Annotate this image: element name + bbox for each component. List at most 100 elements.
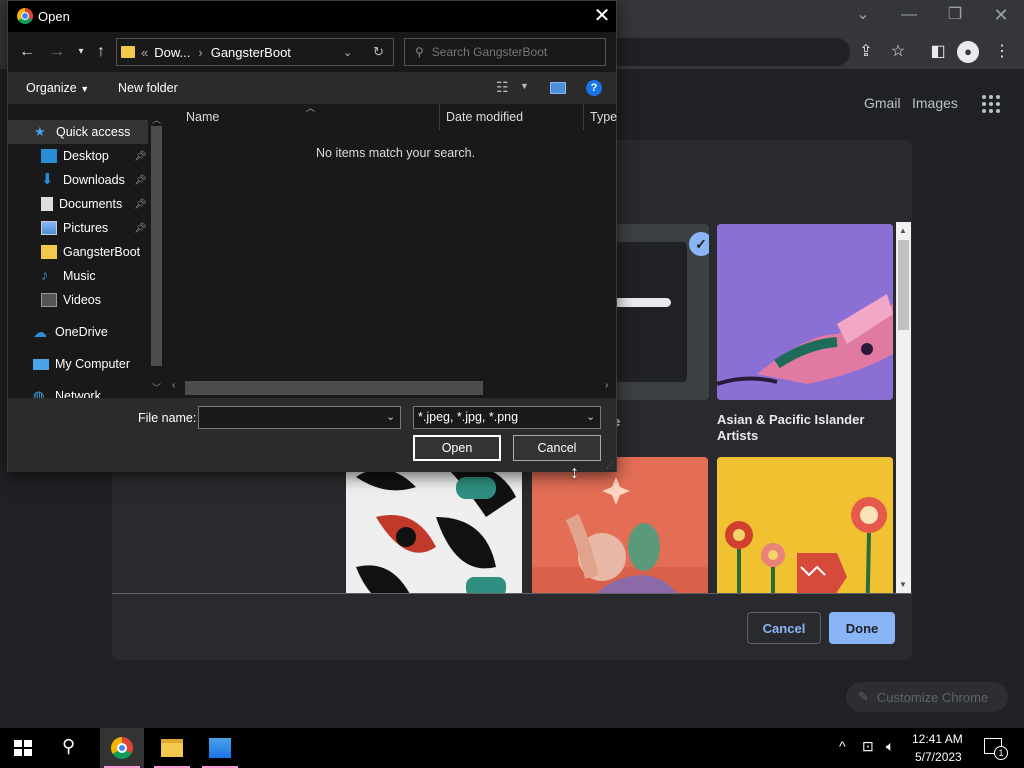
refresh-icon[interactable]: ↻	[373, 44, 384, 60]
customize-done-button[interactable]: Done	[829, 612, 895, 644]
search-icon[interactable]: ⚲	[62, 736, 75, 757]
nav-item-label: My Computer	[55, 357, 131, 371]
network-icon: ◍	[33, 388, 45, 399]
help-icon[interactable]: ?	[586, 80, 602, 96]
volume-icon[interactable]: 🔈︎	[886, 738, 894, 755]
resize-grip-icon[interactable]: ⋰	[606, 461, 614, 470]
breadcrumb-overflow[interactable]: «	[141, 45, 148, 60]
scroll-right-arrow-icon[interactable]: ›	[605, 380, 608, 391]
sky-art-icon	[532, 457, 708, 594]
flower-art-icon	[717, 457, 893, 594]
network-icon[interactable]: ⊡	[862, 738, 874, 755]
nav-item-onedrive[interactable]: ☁ OneDrive	[8, 320, 148, 344]
desktop-folder-icon	[41, 149, 57, 163]
up-arrow-icon[interactable]: ↑	[90, 40, 112, 64]
chrome-logo-icon	[17, 8, 33, 24]
close-window-icon[interactable]: ✕	[989, 4, 1013, 26]
gmail-link[interactable]: Gmail	[864, 95, 901, 111]
tab-search-icon[interactable]: ⌄	[851, 4, 875, 26]
chevron-down-icon: ▼	[80, 84, 90, 94]
address-bar[interactable]: « Dow... › GangsterBoot ⌄ ↻	[116, 38, 394, 66]
taskbar-photos[interactable]	[198, 728, 242, 768]
nav-item-network[interactable]: ◍ Network	[8, 384, 148, 399]
nav-item-videos[interactable]: Videos	[8, 288, 148, 312]
profile-avatar-icon[interactable]: ●	[957, 41, 979, 63]
checkmark-icon: ✓	[689, 232, 709, 256]
forward-arrow-icon[interactable]: →	[46, 40, 68, 64]
taskbar-chrome[interactable]	[100, 728, 144, 768]
restore-icon[interactable]: ❐	[943, 4, 967, 26]
customize-chrome-button[interactable]: ✎ Customize Chrome	[846, 682, 1008, 712]
chrome-menu-icon[interactable]: ⋮	[990, 40, 1014, 64]
dialog-titlebar	[8, 1, 616, 32]
clock-date[interactable]: 5/7/2023	[915, 750, 962, 764]
nav-item-desktop[interactable]: Desktop 📌︎	[8, 144, 148, 168]
nav-item-downloads[interactable]: ⬇ Downloads 📌︎	[8, 168, 148, 192]
scroll-up-arrow-icon[interactable]: ▲	[899, 226, 907, 235]
organize-menu[interactable]: Organize ▼	[26, 81, 89, 95]
nav-item-gangsterboot[interactable]: GangsterBoot	[8, 240, 148, 264]
cancel-button[interactable]: Cancel	[513, 435, 601, 461]
preview-pane-icon[interactable]	[550, 82, 566, 94]
recent-locations-icon[interactable]: ▾	[70, 40, 92, 64]
pin-icon[interactable]: 📌︎	[134, 175, 147, 186]
google-apps-icon[interactable]	[982, 95, 1000, 113]
collection-art-icon	[717, 224, 893, 400]
view-dropdown-icon[interactable]: ▼	[520, 81, 529, 91]
gallery-tile-formline-art[interactable]	[346, 457, 522, 594]
pin-icon[interactable]: 📌︎	[134, 199, 147, 210]
pin-icon[interactable]: 📌︎	[134, 223, 147, 234]
nav-item-quick-access[interactable]: ★ Quick access	[8, 120, 148, 144]
gallery-tile-asian-pacific[interactable]	[717, 224, 893, 400]
omnibox[interactable]	[600, 38, 850, 66]
search-input[interactable]: ⚲ Search GangsterBoot	[404, 38, 606, 66]
pin-icon[interactable]: 📌︎	[134, 151, 147, 162]
clock-time[interactable]: 12:41 AM	[912, 732, 963, 746]
back-arrow-icon[interactable]: ←	[16, 40, 38, 64]
column-header-date-modified[interactable]: Date modified	[446, 110, 523, 124]
windows-start-icon[interactable]	[14, 740, 32, 756]
nav-pane-scrollbar-thumb[interactable]	[151, 126, 162, 366]
column-separator[interactable]	[439, 104, 440, 130]
scroll-down-arrow-icon[interactable]: ﹀	[152, 381, 161, 394]
share-icon[interactable]: ⇪	[854, 40, 878, 64]
breadcrumb-parent[interactable]: Dow...	[154, 45, 190, 60]
column-header-name[interactable]: Name	[186, 110, 219, 124]
gallery-tile-flower-art[interactable]	[717, 457, 893, 594]
scroll-up-arrow-icon[interactable]: ︿	[152, 113, 161, 126]
picture-icon	[41, 221, 57, 235]
empty-folder-message: No items match your search.	[316, 146, 476, 160]
nav-item-pictures[interactable]: Pictures 📌︎	[8, 216, 148, 240]
customize-cancel-button[interactable]: Cancel	[747, 612, 821, 644]
file-type-dropdown-icon[interactable]: ⌄	[586, 410, 595, 423]
address-dropdown-icon[interactable]: ⌄	[343, 46, 352, 59]
nav-item-music[interactable]: ♪ Music	[8, 264, 148, 288]
file-name-input[interactable]	[198, 406, 401, 429]
taskbar-file-explorer[interactable]	[150, 728, 194, 768]
gallery-scrollbar-thumb[interactable]	[898, 240, 909, 330]
show-hidden-icons-icon[interactable]: ^	[839, 738, 846, 754]
open-file-dialog: Open ✕ ← → ▾ ↑ « Dow... › GangsterBoot ⌄…	[7, 0, 617, 472]
nav-item-documents[interactable]: Documents 📌︎	[8, 192, 148, 216]
nav-item-label: Pictures	[63, 221, 109, 235]
open-button[interactable]: Open	[413, 435, 501, 461]
close-icon[interactable]: ✕	[588, 4, 616, 28]
bookmark-star-icon[interactable]: ☆	[886, 40, 910, 64]
nav-item-my-computer[interactable]: My Computer	[8, 352, 148, 376]
breadcrumb-current[interactable]: GangsterBoot	[211, 45, 291, 60]
view-options-icon[interactable]: ☷	[496, 79, 509, 96]
column-header-type[interactable]: Type	[590, 110, 617, 124]
gallery-tile-sky-art[interactable]	[532, 457, 708, 594]
side-panel-icon[interactable]: ◧	[926, 40, 950, 64]
horizontal-scrollbar-thumb[interactable]	[185, 381, 483, 395]
nav-item-label: Documents	[59, 197, 123, 211]
file-type-select[interactable]: *.jpeg, *.jpg, *.png	[413, 406, 601, 429]
column-separator[interactable]	[583, 104, 584, 130]
minimize-icon[interactable]: —	[897, 4, 921, 26]
new-folder-button[interactable]: New folder	[118, 81, 178, 95]
images-link[interactable]: Images	[912, 95, 958, 111]
notification-count-badge: 1	[994, 746, 1008, 760]
scroll-left-arrow-icon[interactable]: ‹	[172, 380, 175, 391]
file-name-dropdown-icon[interactable]: ⌄	[386, 410, 395, 423]
scroll-down-arrow-icon[interactable]: ▼	[899, 580, 907, 589]
